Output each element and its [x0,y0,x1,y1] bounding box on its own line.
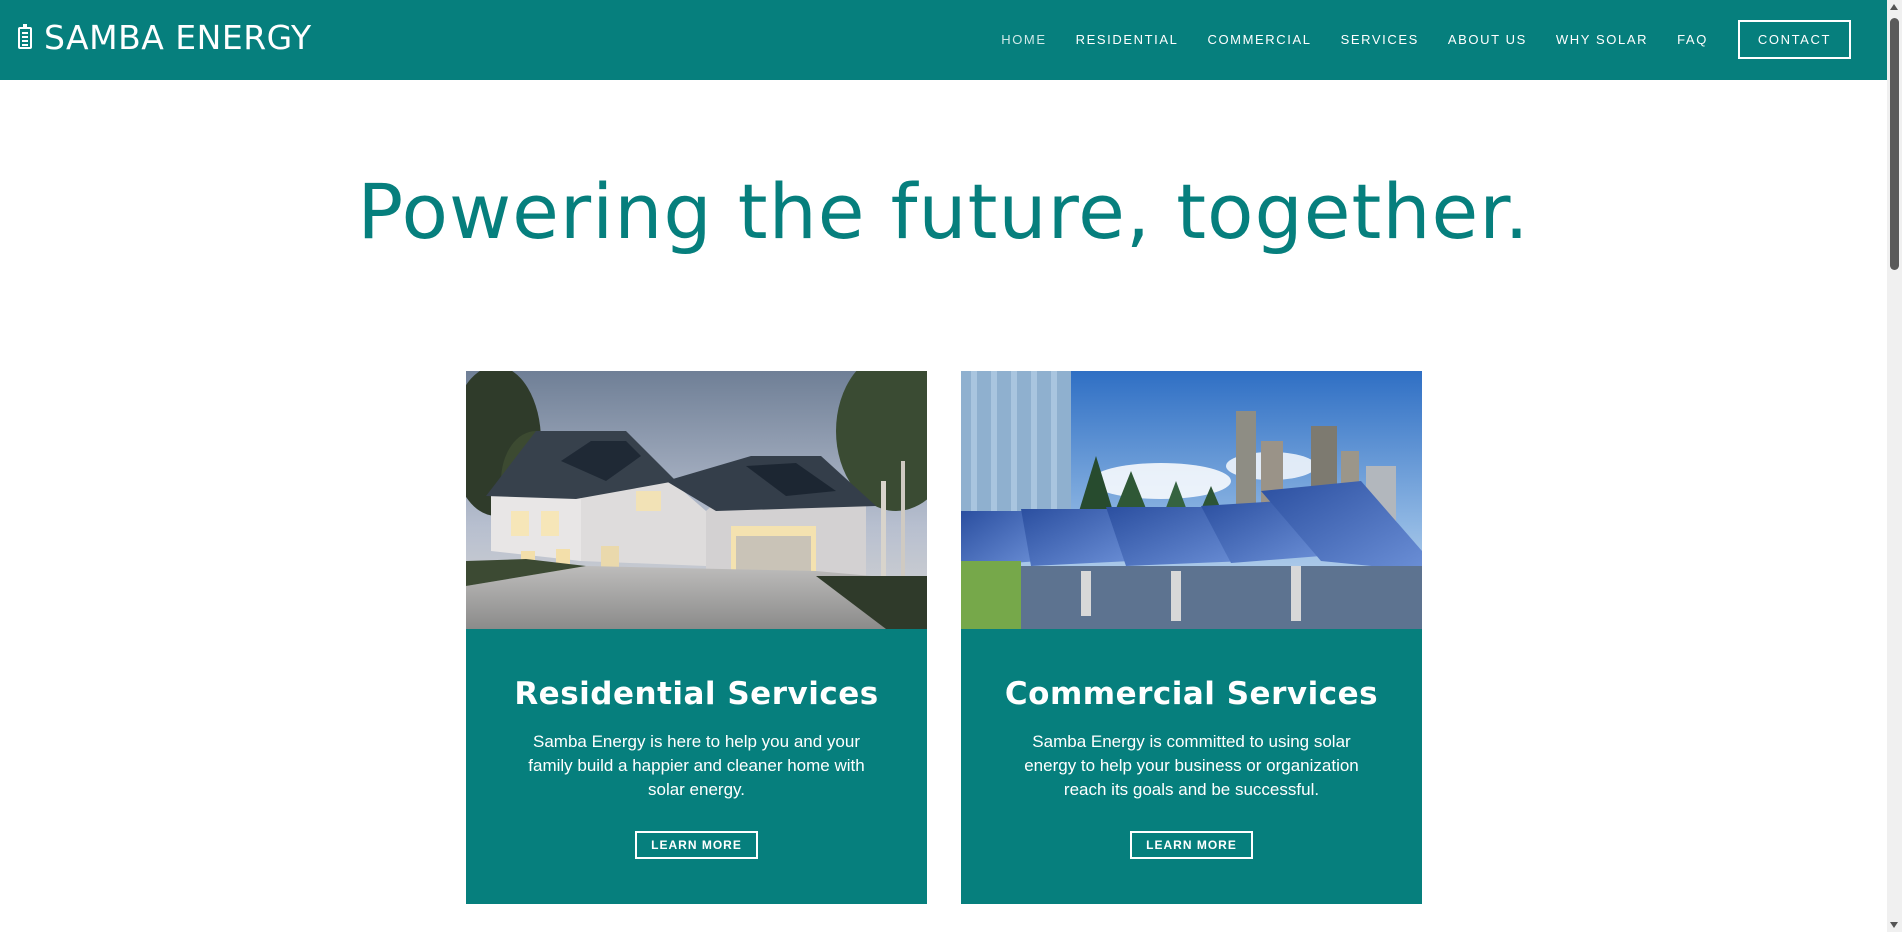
vertical-scrollbar[interactable] [1887,0,1902,932]
commercial-learn-more-button[interactable]: LEARN MORE [1130,831,1253,859]
main-navigation: HOME RESIDENTIAL COMMERCIAL SERVICES ABO… [972,20,1851,59]
battery-icon [18,24,32,49]
nav-services[interactable]: SERVICES [1341,32,1419,47]
commercial-solar-image [961,371,1422,629]
brand-logo[interactable]: SAMBA ENERGY [18,17,312,59]
commercial-card-title: Commercial Services [1004,676,1379,712]
scroll-up-arrow-icon[interactable] [1890,4,1898,10]
nav-why-solar[interactable]: WHY SOLAR [1556,32,1648,47]
residential-house-image [466,371,927,629]
residential-learn-more-button[interactable]: LEARN MORE [635,831,758,859]
commercial-card: Commercial Services Samba Energy is comm… [961,371,1422,904]
nav-faq[interactable]: FAQ [1677,32,1708,47]
scrollbar-thumb[interactable] [1890,18,1899,270]
nav-about-us[interactable]: ABOUT US [1448,32,1527,47]
nav-home[interactable]: HOME [1001,32,1046,47]
residential-card: Residential Services Samba Energy is her… [466,371,927,904]
site-header: SAMBA ENERGY HOME RESIDENTIAL COMMERCIAL… [0,0,1887,80]
scroll-down-arrow-icon[interactable] [1890,922,1898,928]
nav-commercial[interactable]: COMMERCIAL [1207,32,1311,47]
contact-button[interactable]: CONTACT [1737,20,1851,59]
hero-title: Powering the future, together. [357,167,1530,256]
residential-card-title: Residential Services [514,676,879,712]
nav-residential[interactable]: RESIDENTIAL [1076,32,1179,47]
brand-name: SAMBA ENERGY [44,18,312,57]
residential-card-text: Samba Energy is here to help you and you… [528,732,865,799]
commercial-card-text: Samba Energy is committed to using solar… [1024,732,1359,799]
